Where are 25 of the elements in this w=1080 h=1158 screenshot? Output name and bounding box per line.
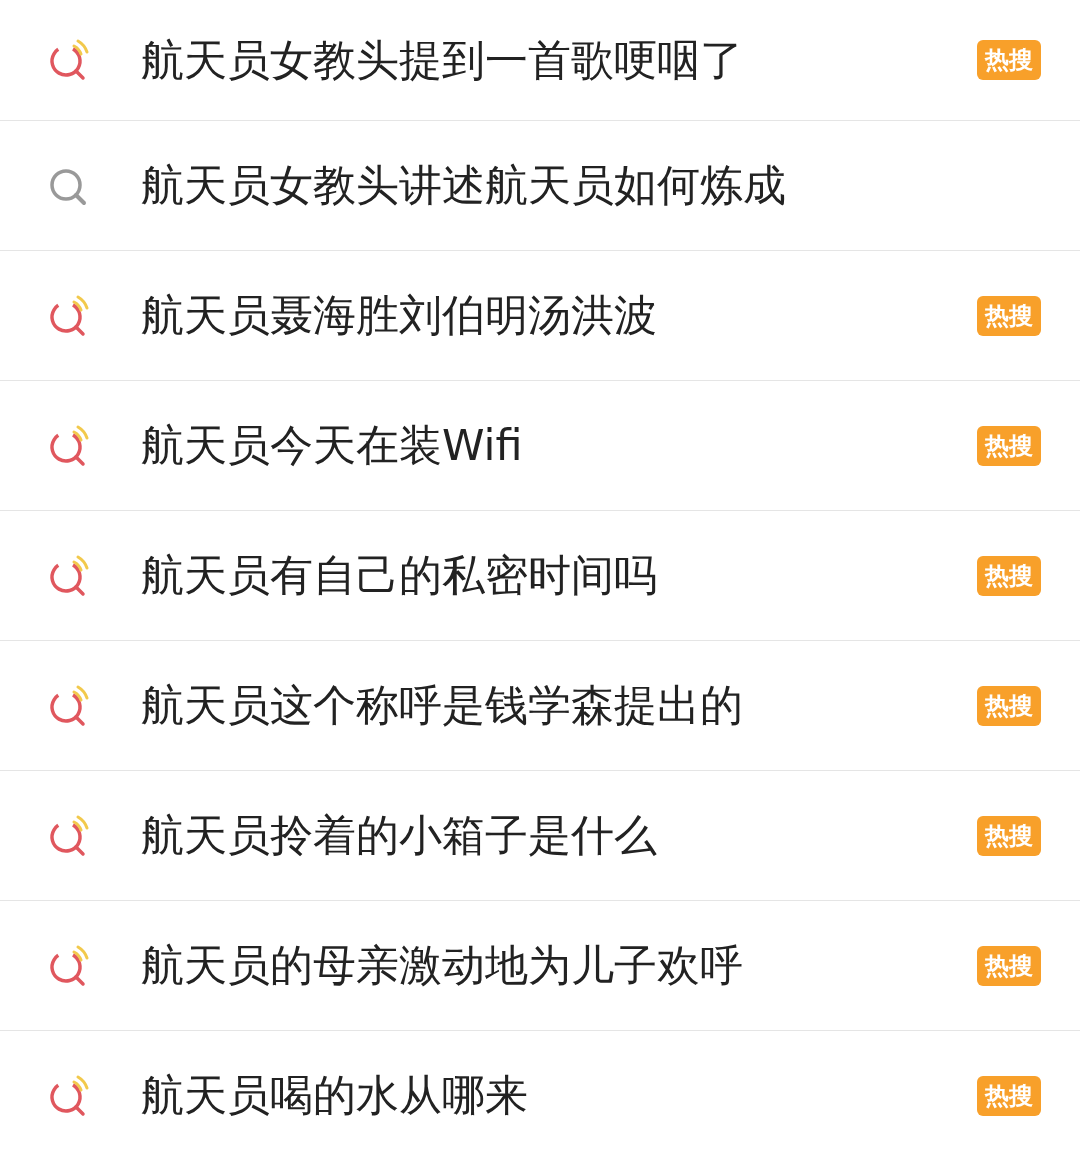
suggestion-text[interactable]: 航天员女教头提到一首歌哽咽了	[141, 27, 977, 93]
suggestion-text[interactable]: 航天员拎着的小箱子是什么	[141, 803, 977, 868]
hot-search-badge: 热搜	[977, 945, 1041, 986]
trending-search-icon	[47, 1073, 91, 1118]
hot-search-badge: 热搜	[977, 815, 1041, 856]
hot-search-badge: 热搜	[977, 295, 1041, 336]
suggestion-text[interactable]: 航天员的母亲激动地为儿子欢呼	[141, 933, 977, 998]
suggestion-text[interactable]: 航天员今天在装Wifi	[141, 413, 977, 478]
trending-search-icon	[47, 423, 91, 468]
trending-search-icon	[47, 943, 91, 988]
suggestion-text[interactable]: 航天员女教头讲述航天员如何炼成	[141, 153, 1041, 218]
trending-search-icon	[47, 683, 91, 728]
trending-search-icon	[47, 813, 91, 858]
hot-search-badge: 热搜	[977, 555, 1041, 596]
suggestion-text[interactable]: 航天员这个称呼是钱学森提出的	[141, 673, 977, 738]
trending-search-icon	[47, 553, 91, 598]
trending-search-icon	[47, 293, 91, 338]
hot-search-badge: 热搜	[977, 1075, 1041, 1116]
suggestion-text[interactable]: 航天员聂海胜刘伯明汤洪波	[141, 283, 977, 348]
suggestion-text[interactable]: 航天员喝的水从哪来	[141, 1063, 977, 1128]
suggestion-text[interactable]: 航天员有自己的私密时间吗	[141, 543, 977, 608]
hot-search-badge: 热搜	[977, 40, 1041, 80]
trending-search-icon	[47, 38, 91, 82]
hot-search-badge: 热搜	[977, 425, 1041, 466]
hot-search-badge: 热搜	[977, 685, 1041, 726]
